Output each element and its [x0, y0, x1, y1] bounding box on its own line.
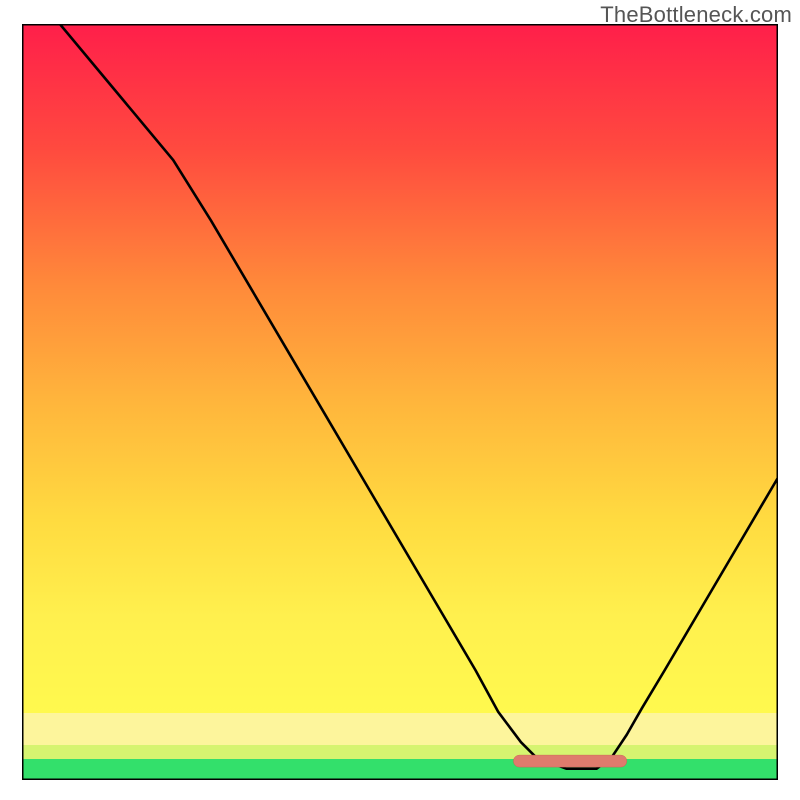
gradient-background [23, 25, 777, 713]
band-green-glow [23, 745, 777, 759]
band-green [23, 759, 777, 779]
band-light-yellow [23, 713, 777, 745]
optimum-marker [513, 755, 626, 767]
chart-svg [22, 24, 778, 780]
bottleneck-chart [22, 24, 778, 780]
